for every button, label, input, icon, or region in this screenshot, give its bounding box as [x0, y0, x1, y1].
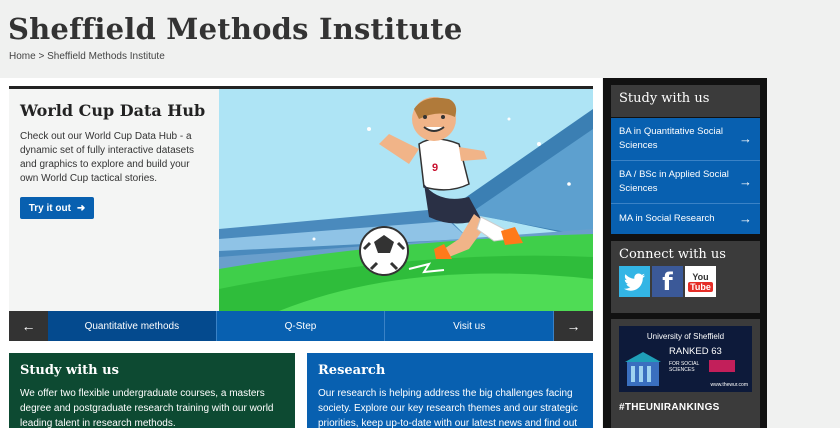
sidebar-study-list: BA in Quantitative Social Sciences → BA …	[611, 118, 760, 234]
arrow-right-icon: ➜	[76, 202, 86, 214]
breadcrumb: Home > Sheffield Methods Institute	[9, 51, 165, 62]
arrow-left-icon: ←	[21, 318, 36, 334]
social-links: f You Tube	[611, 266, 760, 297]
football-player-illustration: 9	[219, 89, 593, 311]
rankings-line1: University of Sheffield	[646, 332, 725, 341]
tab-quantitative-methods[interactable]: Quantitative methods	[48, 311, 217, 341]
site-title: Sheffield Methods Institute	[8, 12, 463, 46]
breadcrumb-current: Sheffield Methods Institute	[47, 51, 165, 62]
arrow-right-icon: →	[739, 131, 752, 146]
twitter-icon[interactable]	[619, 266, 650, 297]
youtube-icon-text: Tube	[688, 281, 713, 292]
tab-q-step[interactable]: Q-Step	[216, 311, 386, 341]
research-card-title: Research	[318, 363, 386, 378]
carousel-prev-button[interactable]: ←	[9, 311, 48, 341]
the-logo	[709, 360, 735, 372]
youtube-icon-text: You	[692, 271, 709, 282]
rankings-site: www.thewur.com	[710, 382, 748, 388]
sidebar-study-title: Study with us	[611, 85, 760, 117]
sidebar-item-ba-qss[interactable]: BA in Quantitative Social Sciences →	[611, 118, 760, 161]
sidebar-study-header: Study with us	[611, 85, 760, 117]
player-number: 9	[432, 162, 438, 174]
try-it-out-button[interactable]: Try it out ➜	[20, 197, 94, 219]
hero-illustration[interactable]: 9	[219, 89, 593, 311]
rankings-line3: FOR SOCIAL SCIENCES	[669, 361, 700, 373]
arrow-right-icon: →	[566, 318, 581, 334]
arrow-right-icon: →	[739, 211, 752, 226]
youtube-icon[interactable]: You Tube	[685, 266, 716, 297]
study-card-title: Study with us	[20, 363, 119, 378]
arrow-right-icon: →	[739, 174, 752, 189]
carousel-next-button[interactable]: →	[554, 311, 594, 341]
hero-title: World Cup Data Hub	[20, 101, 206, 120]
facebook-icon[interactable]: f	[652, 266, 683, 297]
sidebar: Study with us BA in Quantitative Social …	[603, 78, 767, 428]
rankings-line2: RANKED 63	[669, 346, 722, 357]
sidebar-item-ma-social-research[interactable]: MA in Social Research →	[611, 204, 760, 234]
research-card[interactable]: Research Our research is helping address…	[307, 353, 593, 428]
hero-carousel-nav: ← Quantitative methods Q-Step Visit us →	[9, 311, 594, 341]
study-card-text: We offer two flexible undergraduate cour…	[20, 388, 274, 428]
rankings-badge: University of Sheffield RANKED 63 FOR SO…	[619, 326, 752, 392]
hero-description: Check out our World Cup Data Hub - a dyn…	[20, 131, 194, 184]
breadcrumb-separator: >	[38, 51, 45, 62]
hero-text-panel: World Cup Data Hub Check out our World C…	[9, 89, 219, 311]
sidebar-item-label: BA / BSc in Applied Social Sciences	[619, 169, 729, 194]
hero-slider: World Cup Data Hub Check out our World C…	[9, 86, 594, 341]
building-icon	[623, 348, 663, 388]
try-it-out-label: Try it out	[28, 202, 71, 214]
study-card[interactable]: Study with us We offer two flexible unde…	[9, 353, 295, 428]
rankings-hashtag: #THEUNIRANKINGS	[619, 402, 720, 413]
sidebar-item-label: MA in Social Research	[619, 213, 715, 224]
breadcrumb-home-link[interactable]: Home	[9, 51, 36, 62]
sidebar-ranking[interactable]: University of Sheffield RANKED 63 FOR SO…	[611, 319, 760, 428]
tab-visit-us[interactable]: Visit us	[385, 311, 555, 341]
sidebar-item-ba-bsc-ass[interactable]: BA / BSc in Applied Social Sciences →	[611, 161, 760, 204]
sidebar-connect-title: Connect with us	[619, 247, 726, 262]
research-card-text: Our research is helping address the big …	[318, 388, 578, 428]
sidebar-connect: Connect with us f You Tube	[611, 241, 760, 313]
sidebar-item-label: BA in Quantitative Social Sciences	[619, 126, 724, 151]
